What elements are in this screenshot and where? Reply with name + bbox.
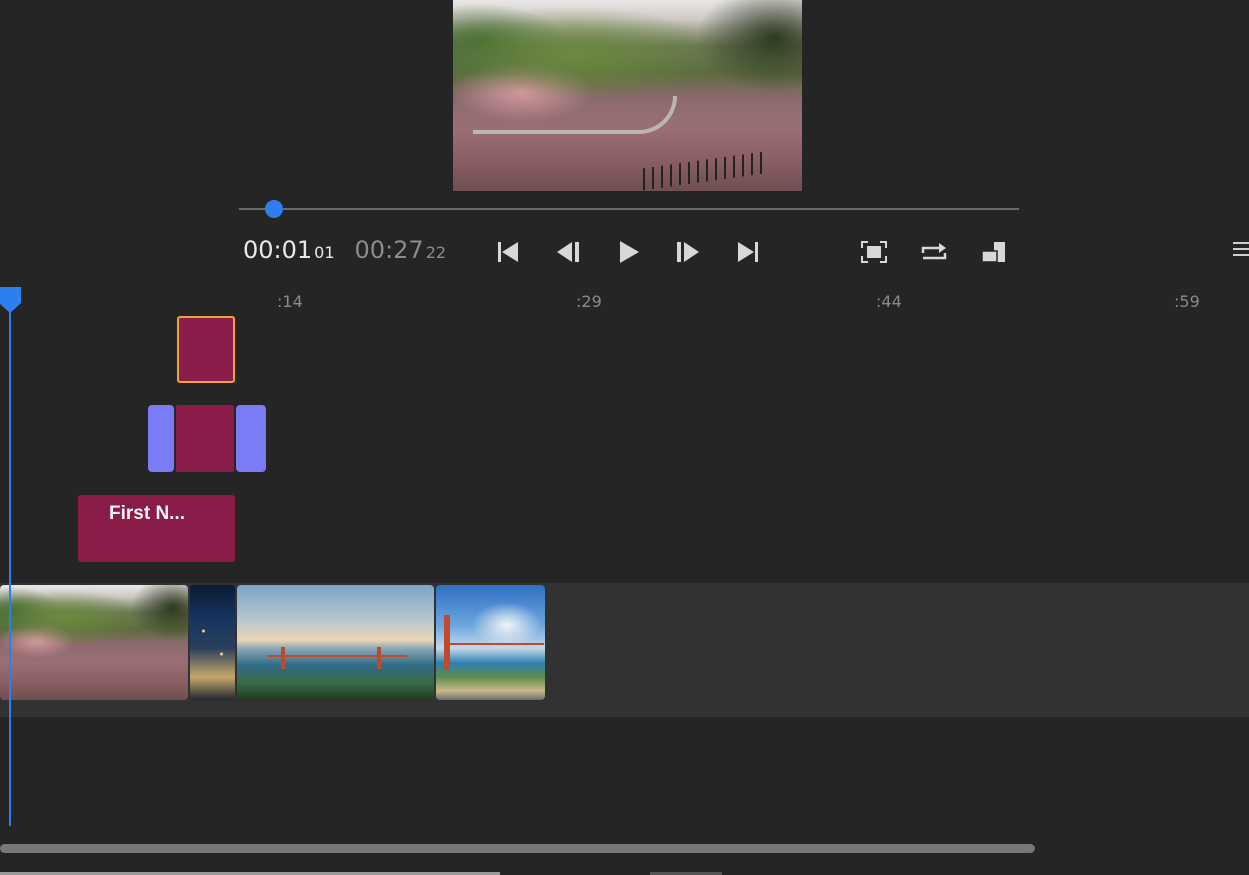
skip-to-end-icon bbox=[738, 242, 758, 262]
fit-to-screen-icon bbox=[861, 241, 887, 263]
aspect-ratio-button[interactable] bbox=[977, 235, 1011, 269]
current-frames: 01 bbox=[314, 243, 335, 262]
title-clip-label: First N... bbox=[109, 503, 186, 524]
step-back-button[interactable] bbox=[551, 235, 585, 269]
video-clip-lombard-street[interactable] bbox=[0, 585, 188, 700]
aspect-ratio-icon bbox=[981, 242, 1005, 263]
skip-to-start-button[interactable] bbox=[491, 235, 525, 269]
preview-road-curb bbox=[473, 96, 677, 134]
bridge-deck bbox=[267, 655, 407, 657]
bridge-tower bbox=[281, 647, 285, 669]
loop-button[interactable] bbox=[917, 235, 951, 269]
current-time: 00:01 bbox=[243, 236, 313, 264]
video-clip-golden-gate-tower[interactable] bbox=[436, 585, 545, 700]
fit-to-screen-button[interactable] bbox=[857, 235, 891, 269]
transition-clip[interactable] bbox=[176, 405, 234, 472]
menu-icon[interactable] bbox=[1233, 242, 1249, 260]
playhead-line[interactable] bbox=[9, 300, 11, 826]
bridge-deck bbox=[444, 643, 544, 645]
video-clip-city-lights[interactable] bbox=[190, 585, 235, 700]
ruler-tick: :14 bbox=[277, 292, 303, 311]
play-button[interactable] bbox=[612, 235, 646, 269]
transition-handle-left[interactable] bbox=[148, 405, 174, 472]
video-clip-golden-gate-bay[interactable] bbox=[237, 585, 434, 700]
play-icon bbox=[620, 241, 639, 263]
transition-handle-right[interactable] bbox=[236, 405, 266, 472]
preview-railing bbox=[643, 151, 763, 191]
horizontal-scrollbar[interactable] bbox=[0, 844, 1035, 853]
bridge-tower bbox=[377, 647, 381, 669]
step-forward-button[interactable] bbox=[671, 235, 705, 269]
skip-to-start-icon bbox=[498, 242, 518, 262]
duration-frames: 22 bbox=[425, 243, 447, 262]
ruler-tick: :29 bbox=[576, 292, 602, 311]
ruler-tick: :59 bbox=[1174, 292, 1200, 311]
timecode-display: 00:01 01 00:27 22 bbox=[243, 236, 446, 264]
scrubber-track[interactable] bbox=[239, 208, 1019, 210]
loop-icon bbox=[921, 243, 947, 260]
selected-clip[interactable] bbox=[177, 316, 235, 383]
step-back-icon bbox=[557, 242, 579, 262]
title-clip[interactable]: First N... bbox=[78, 495, 235, 562]
video-preview bbox=[453, 0, 802, 191]
step-forward-icon bbox=[677, 242, 699, 262]
skip-to-end-button[interactable] bbox=[731, 235, 765, 269]
playhead-handle-icon[interactable] bbox=[0, 287, 21, 313]
scrubber-handle[interactable] bbox=[265, 200, 284, 218]
duration-time: 00:27 bbox=[354, 236, 424, 264]
ruler-tick: :44 bbox=[876, 292, 902, 311]
